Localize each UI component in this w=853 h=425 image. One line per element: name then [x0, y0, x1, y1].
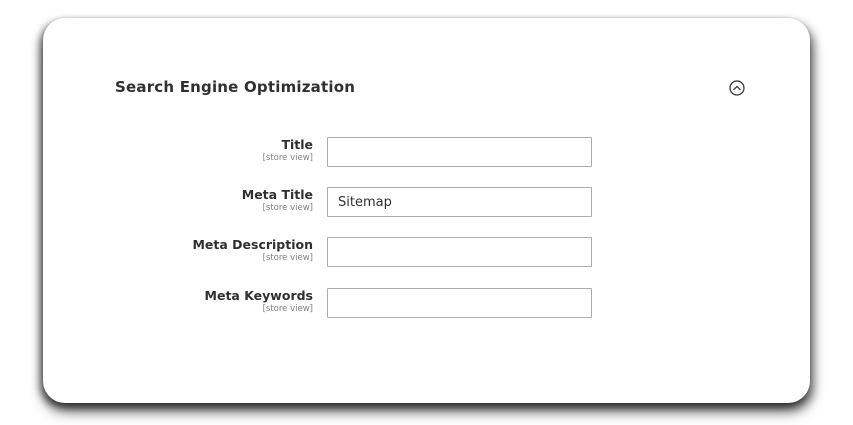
field-label-meta-description: Meta Description [store view] — [192, 237, 313, 264]
field-label-text: Meta Keywords — [204, 288, 313, 303]
section-title: Search Engine Optimization — [115, 78, 356, 96]
field-scope-text: [store view] — [262, 304, 313, 314]
field-row-meta-description: Meta Description [store view] — [43, 237, 810, 269]
field-label-title: Title [store view] — [263, 137, 313, 164]
field-label-meta-title: Meta Title [store view] — [242, 187, 313, 214]
field-label-text: Meta Title — [241, 187, 313, 202]
chevron-up-circle-icon — [729, 80, 745, 96]
title-input[interactable] — [327, 137, 592, 167]
meta-title-input[interactable] — [327, 187, 592, 217]
field-row-meta-title: Meta Title [store view] — [43, 187, 810, 219]
field-label-meta-keywords: Meta Keywords [store view] — [205, 288, 313, 315]
field-row-title: Title [store view] — [43, 137, 810, 169]
field-label-text: Title — [281, 137, 313, 152]
field-scope-text: [store view] — [262, 253, 313, 263]
meta-description-input[interactable] — [327, 237, 592, 267]
field-row-meta-keywords: Meta Keywords [store view] — [43, 288, 810, 320]
seo-section-panel: Search Engine Optimization Title [store … — [43, 18, 810, 403]
field-scope-text: [store view] — [262, 203, 313, 213]
field-scope-text: [store view] — [262, 153, 313, 163]
field-label-text: Meta Description — [192, 237, 313, 252]
meta-keywords-input[interactable] — [327, 288, 592, 318]
collapse-section-button[interactable] — [729, 80, 745, 96]
